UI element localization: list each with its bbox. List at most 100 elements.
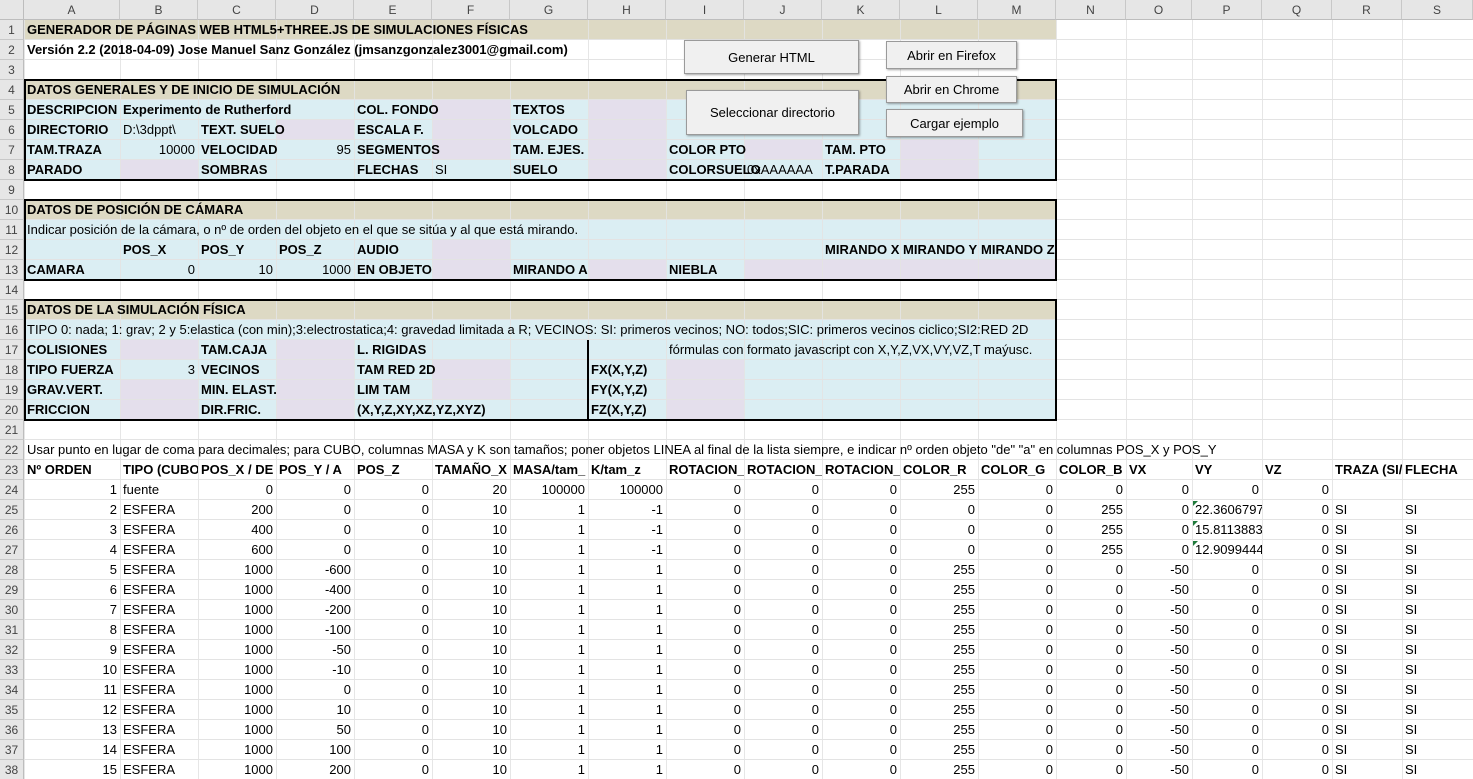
cell-a18[interactable]: TIPO FUERZA	[24, 360, 117, 380]
table-cell-b[interactable]: ESFERA	[120, 560, 198, 580]
table-cell-n[interactable]: 0	[1056, 600, 1126, 620]
cell-e19[interactable]: LIM TAM	[354, 380, 413, 400]
table-header-d[interactable]: POS_Y / A	[276, 460, 354, 480]
table-cell-g[interactable]: 1	[510, 740, 588, 760]
table-cell-q[interactable]: 0	[1262, 620, 1332, 640]
cell-f8[interactable]: SI	[432, 160, 450, 180]
row-header-3[interactable]: 3	[0, 60, 24, 80]
table-cell-n[interactable]: 255	[1056, 540, 1126, 560]
table-cell-f[interactable]: 10	[432, 720, 510, 740]
table-cell-g[interactable]: 1	[510, 720, 588, 740]
table-cell-b[interactable]: ESFERA	[120, 520, 198, 540]
table-cell-f[interactable]: 10	[432, 600, 510, 620]
table-cell-k[interactable]: 0	[822, 660, 900, 680]
table-cell-h[interactable]: -1	[588, 540, 666, 560]
table-cell-a[interactable]: 1	[24, 480, 120, 500]
cell-a15[interactable]: DATOS DE LA SIMULACIÓN FÍSICA	[24, 300, 249, 320]
table-cell-a[interactable]: 11	[24, 680, 120, 700]
table-cell-a[interactable]: 14	[24, 740, 120, 760]
table-cell-p[interactable]: 0	[1192, 580, 1262, 600]
table-cell-h[interactable]: 1	[588, 600, 666, 620]
table-cell-b[interactable]: ESFERA	[120, 760, 198, 779]
table-header-n[interactable]: COLOR_B	[1056, 460, 1126, 480]
table-cell-k[interactable]: 0	[822, 680, 900, 700]
table-cell-o[interactable]: -50	[1126, 620, 1192, 640]
table-cell-a[interactable]: 3	[24, 520, 120, 540]
table-cell-f[interactable]: 10	[432, 740, 510, 760]
cell-b12[interactable]: POS_X	[120, 240, 169, 260]
table-cell-i[interactable]: 0	[666, 520, 744, 540]
row-header-25[interactable]: 25	[0, 500, 24, 520]
table-cell-s[interactable]: SI	[1402, 660, 1473, 680]
column-header-o[interactable]: O	[1126, 0, 1192, 20]
table-cell-l[interactable]: 255	[900, 560, 978, 580]
table-cell-h[interactable]: 1	[588, 700, 666, 720]
table-cell-f[interactable]: 10	[432, 700, 510, 720]
table-cell-c[interactable]: 1000	[198, 660, 276, 680]
table-cell-j[interactable]: 0	[744, 680, 822, 700]
table-cell-h[interactable]: 100000	[588, 480, 666, 500]
table-cell-r[interactable]: SI	[1332, 600, 1402, 620]
table-cell-i[interactable]: 0	[666, 760, 744, 779]
row-header-20[interactable]: 20	[0, 400, 24, 420]
table-cell-a[interactable]: 12	[24, 700, 120, 720]
table-cell-c[interactable]: 1000	[198, 760, 276, 779]
row-header-36[interactable]: 36	[0, 720, 24, 740]
table-header-c[interactable]: POS_X / DE	[198, 460, 276, 480]
table-cell-m[interactable]: 0	[978, 560, 1056, 580]
table-cell-s[interactable]: SI	[1402, 760, 1473, 779]
column-header-a[interactable]: A	[24, 0, 120, 20]
table-cell-c[interactable]: 1000	[198, 680, 276, 700]
cell-k12[interactable]: MIRANDO X	[822, 240, 902, 260]
table-cell-c[interactable]: 1000	[198, 640, 276, 660]
row-header-6[interactable]: 6	[0, 120, 24, 140]
cell-e5[interactable]: COL. FONDO	[354, 100, 442, 120]
column-header-h[interactable]: H	[588, 0, 666, 20]
row-header-24[interactable]: 24	[0, 480, 24, 500]
table-cell-d[interactable]: 0	[276, 540, 354, 560]
table-cell-k[interactable]: 0	[822, 500, 900, 520]
cell-a6[interactable]: DIRECTORIO	[24, 120, 111, 140]
table-cell-l[interactable]: 255	[900, 720, 978, 740]
table-cell-q[interactable]: 0	[1262, 600, 1332, 620]
table-cell-e[interactable]: 0	[354, 600, 432, 620]
table-header-m[interactable]: COLOR_G	[978, 460, 1056, 480]
row-header-9[interactable]: 9	[0, 180, 24, 200]
cell-d13[interactable]: 1000	[276, 260, 354, 280]
select-directory-button[interactable]: Seleccionar directorio	[686, 90, 859, 135]
table-cell-c[interactable]: 1000	[198, 700, 276, 720]
table-cell-m[interactable]: 0	[978, 720, 1056, 740]
table-cell-j[interactable]: 0	[744, 720, 822, 740]
table-cell-k[interactable]: 0	[822, 740, 900, 760]
cell-a16[interactable]: TIPO 0: nada; 1: grav; 2 y 5:elastica (c…	[24, 320, 1031, 340]
column-header-i[interactable]: I	[666, 0, 744, 20]
table-cell-e[interactable]: 0	[354, 720, 432, 740]
table-cell-p[interactable]: 0	[1192, 760, 1262, 779]
cell-a10[interactable]: DATOS DE POSICIÓN DE CÁMARA	[24, 200, 246, 220]
table-cell-s[interactable]: SI	[1402, 600, 1473, 620]
cell-j8[interactable]: 0xAAAAAA	[744, 160, 816, 180]
table-cell-l[interactable]: 0	[900, 540, 978, 560]
table-cell-m[interactable]: 0	[978, 540, 1056, 560]
table-cell-g[interactable]: 1	[510, 700, 588, 720]
row-header-37[interactable]: 37	[0, 740, 24, 760]
table-cell-e[interactable]: 0	[354, 500, 432, 520]
row-header-29[interactable]: 29	[0, 580, 24, 600]
cell-b7[interactable]: 10000	[120, 140, 198, 160]
table-cell-b[interactable]: ESFERA	[120, 600, 198, 620]
table-cell-c[interactable]: 1000	[198, 620, 276, 640]
column-header-f[interactable]: F	[432, 0, 510, 20]
row-header-10[interactable]: 10	[0, 200, 24, 220]
table-cell-e[interactable]: 0	[354, 540, 432, 560]
table-cell-n[interactable]: 255	[1056, 520, 1126, 540]
table-cell-r[interactable]: SI	[1332, 760, 1402, 779]
table-cell-j[interactable]: 0	[744, 620, 822, 640]
open-firefox-button[interactable]: Abrir en Firefox	[886, 41, 1017, 69]
table-header-o[interactable]: VX	[1126, 460, 1192, 480]
column-header-k[interactable]: K	[822, 0, 900, 20]
table-cell-k[interactable]: 0	[822, 720, 900, 740]
table-cell-r[interactable]: SI	[1332, 560, 1402, 580]
row-header-23[interactable]: 23	[0, 460, 24, 480]
table-cell-b[interactable]: ESFERA	[120, 580, 198, 600]
row-header-31[interactable]: 31	[0, 620, 24, 640]
